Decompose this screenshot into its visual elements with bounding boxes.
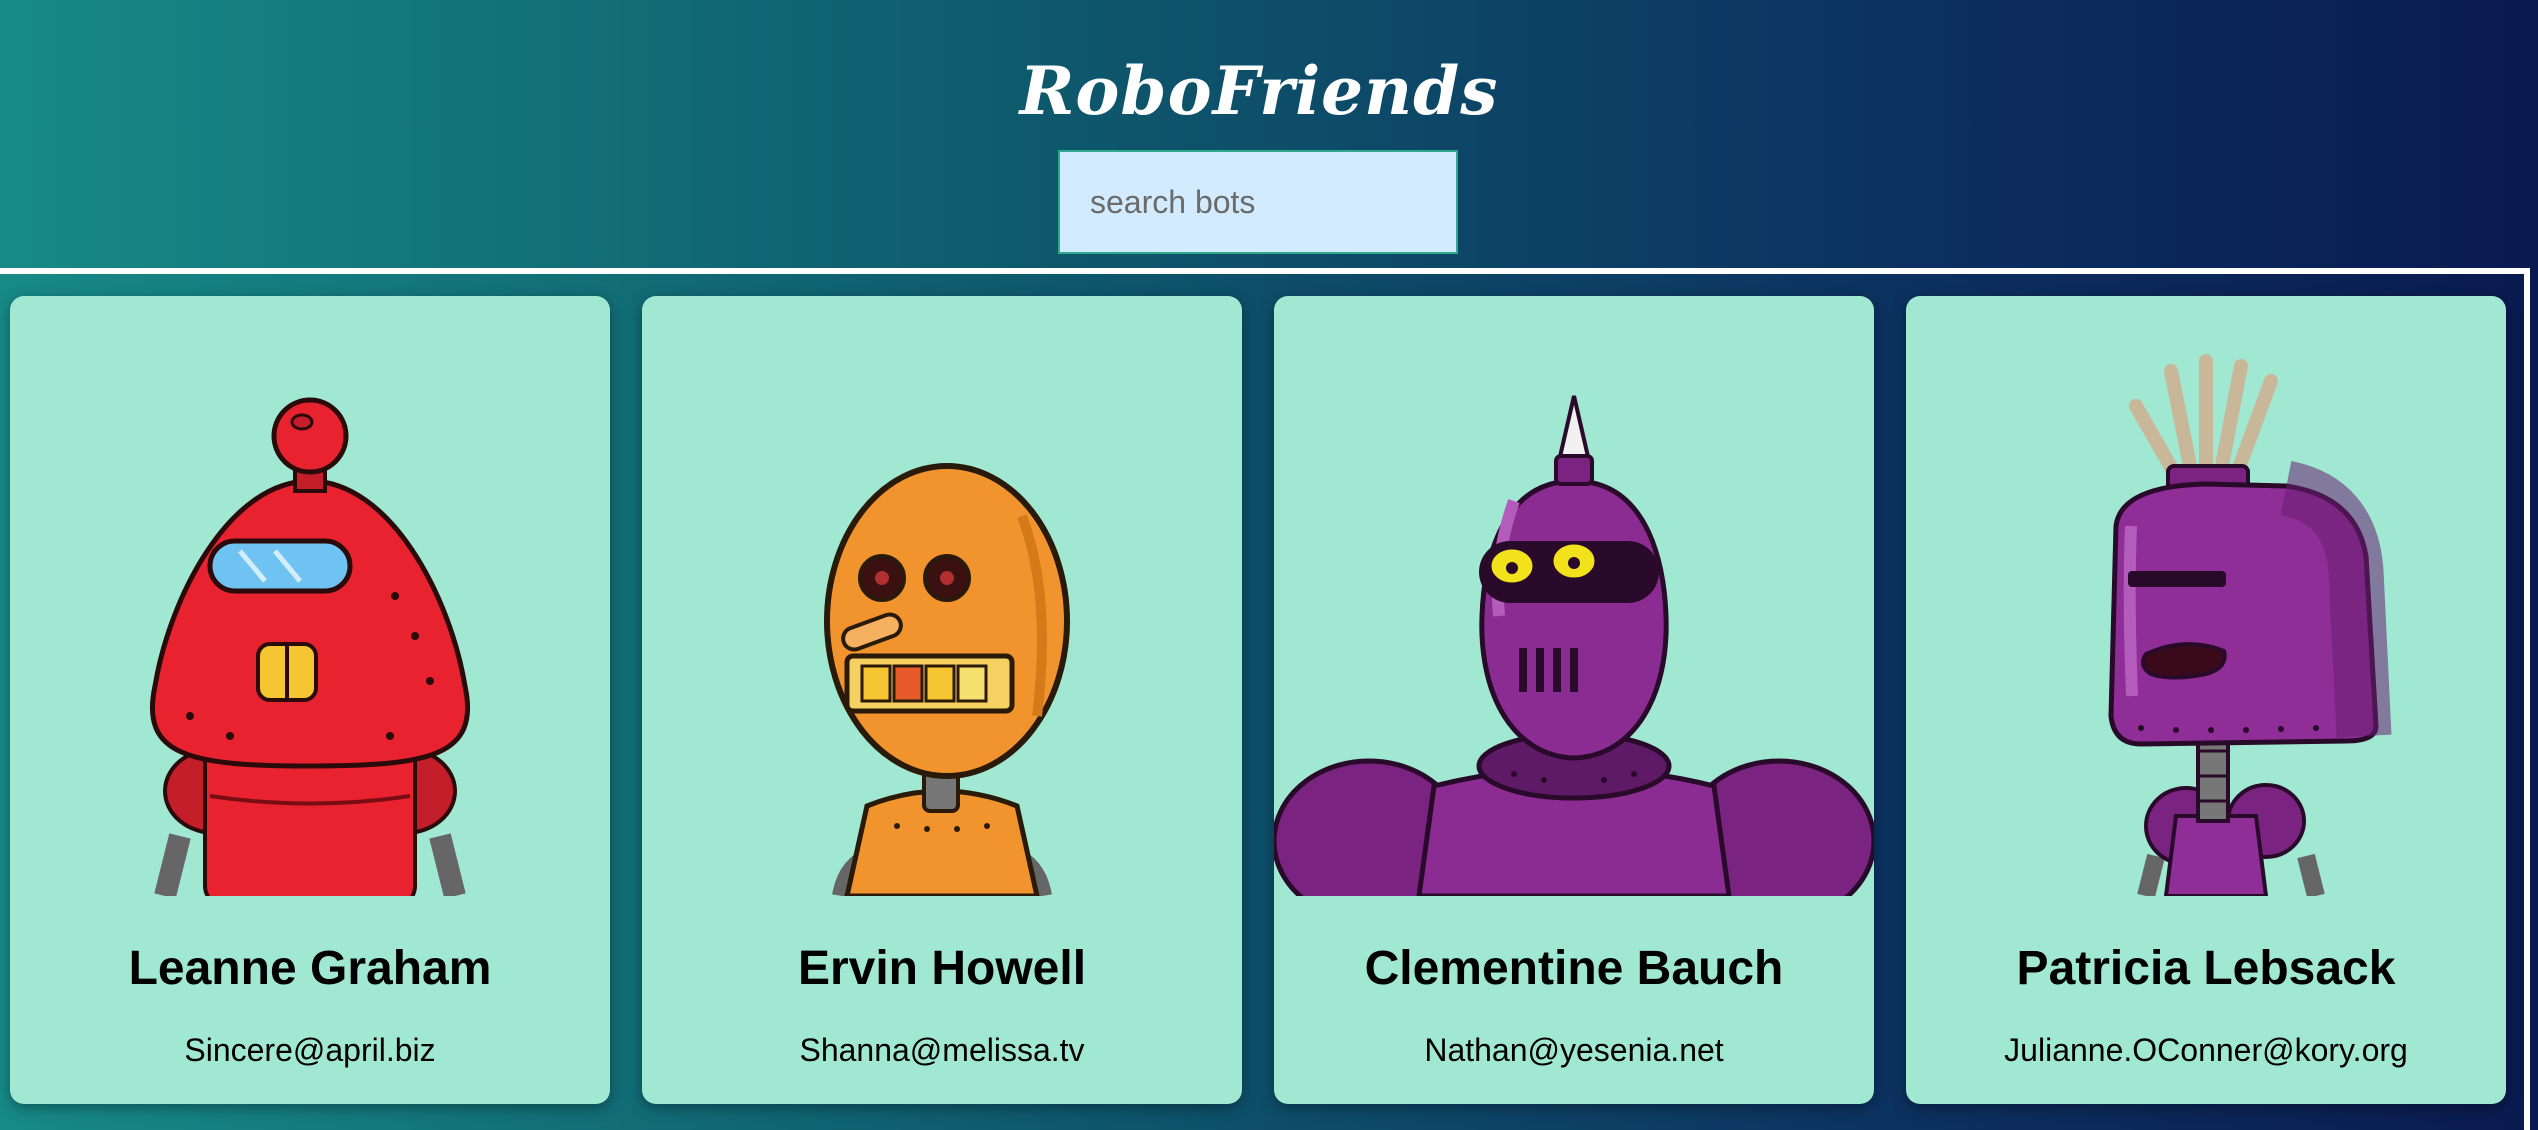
robot-card[interactable]: Leanne Graham Sincere@april.biz	[10, 296, 610, 1104]
robot-avatar-image	[1274, 296, 1874, 896]
robot-email: Sincere@april.biz	[184, 1032, 436, 1068]
robot-card[interactable]: Clementine Bauch Nathan@yesenia.net	[1274, 296, 1874, 1104]
search-box	[1058, 150, 1458, 254]
robot-email: Shanna@melissa.tv	[799, 1032, 1085, 1068]
orange-robot-avatar-icon	[824, 463, 1070, 896]
purple-robot-avatar-icon	[2108, 354, 2392, 896]
robot-name: Leanne Graham	[128, 942, 492, 995]
robot-card[interactable]: Ervin Howell Shanna@melissa.tv	[642, 296, 1242, 1104]
search-input[interactable]	[1058, 150, 1458, 254]
robot-name: Ervin Howell	[797, 942, 1087, 995]
robot-email: Nathan@yesenia.net	[1424, 1032, 1724, 1068]
robot-email: Julianne.OConner@kory.org	[2004, 1032, 2408, 1068]
robot-card[interactable]: Patricia Lebsack Julianne.OConner@kory.o…	[1906, 296, 2506, 1104]
page-title: RoboFriends	[1019, 52, 1499, 131]
robot-avatar-image	[642, 296, 1242, 896]
red-robot-avatar-icon	[149, 397, 471, 896]
purple-robot-avatar-icon	[1274, 395, 1874, 896]
robot-name: Clementine Bauch	[1364, 942, 1784, 995]
robot-avatar-image	[1906, 296, 2506, 896]
robot-name: Patricia Lebsack	[2016, 942, 2396, 995]
robot-avatar-image	[10, 296, 610, 896]
